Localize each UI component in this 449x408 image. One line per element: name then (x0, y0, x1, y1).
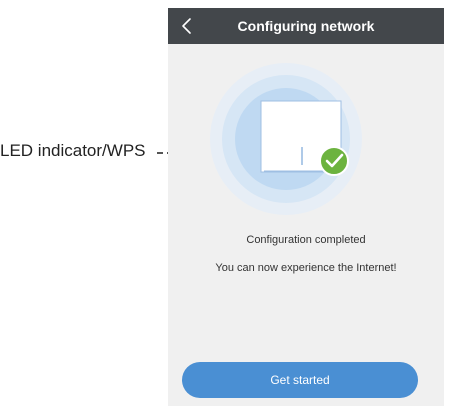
phone-screen: Configuring network Configuration comple… (168, 8, 444, 406)
get-started-button[interactable]: Get started (182, 362, 418, 398)
device-illustration (210, 63, 362, 215)
canvas: LED indicator/WPS Configuring network Co… (0, 0, 449, 408)
status-internet-text: You can now experience the Internet! (215, 262, 397, 274)
status-completed-text: Configuration completed (246, 234, 366, 246)
check-circle-icon (319, 146, 349, 176)
callout-label: LED indicator/WPS (0, 141, 146, 160)
